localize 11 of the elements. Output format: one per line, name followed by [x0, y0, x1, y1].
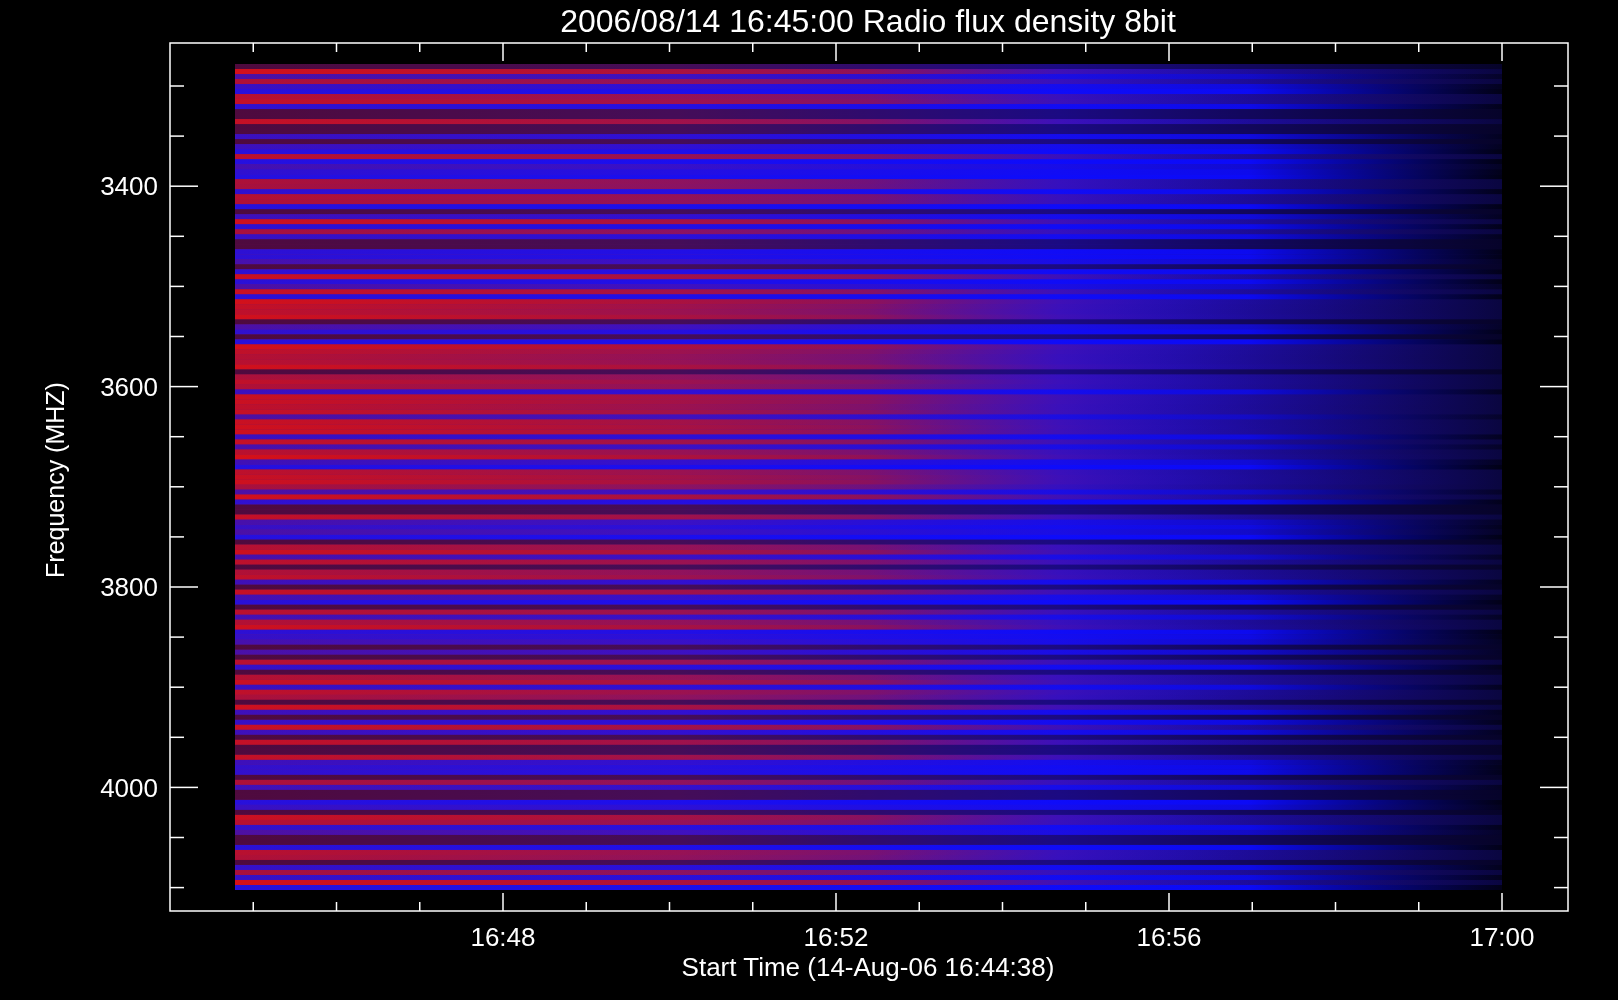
x-tick-label: 16:48	[470, 922, 536, 952]
y-tick-label: 3600	[100, 371, 158, 402]
x-tick-label: 16:52	[803, 922, 869, 952]
x-axis-label: Start Time (14-Aug-06 16:44:38)	[681, 952, 1055, 982]
y-axis-label: Frequency (MHZ)	[41, 382, 69, 578]
x-tick-label: 17:00	[1469, 922, 1535, 952]
y-tick-label: 4000	[100, 772, 158, 803]
y-tick-label: 3800	[100, 572, 158, 602]
chart-title: 2006/08/14 16:45:00 Radio flux density 8bit	[560, 3, 1176, 39]
y-tick-label: 3400	[100, 171, 158, 201]
x-tick-label: 16:56	[1136, 922, 1202, 952]
